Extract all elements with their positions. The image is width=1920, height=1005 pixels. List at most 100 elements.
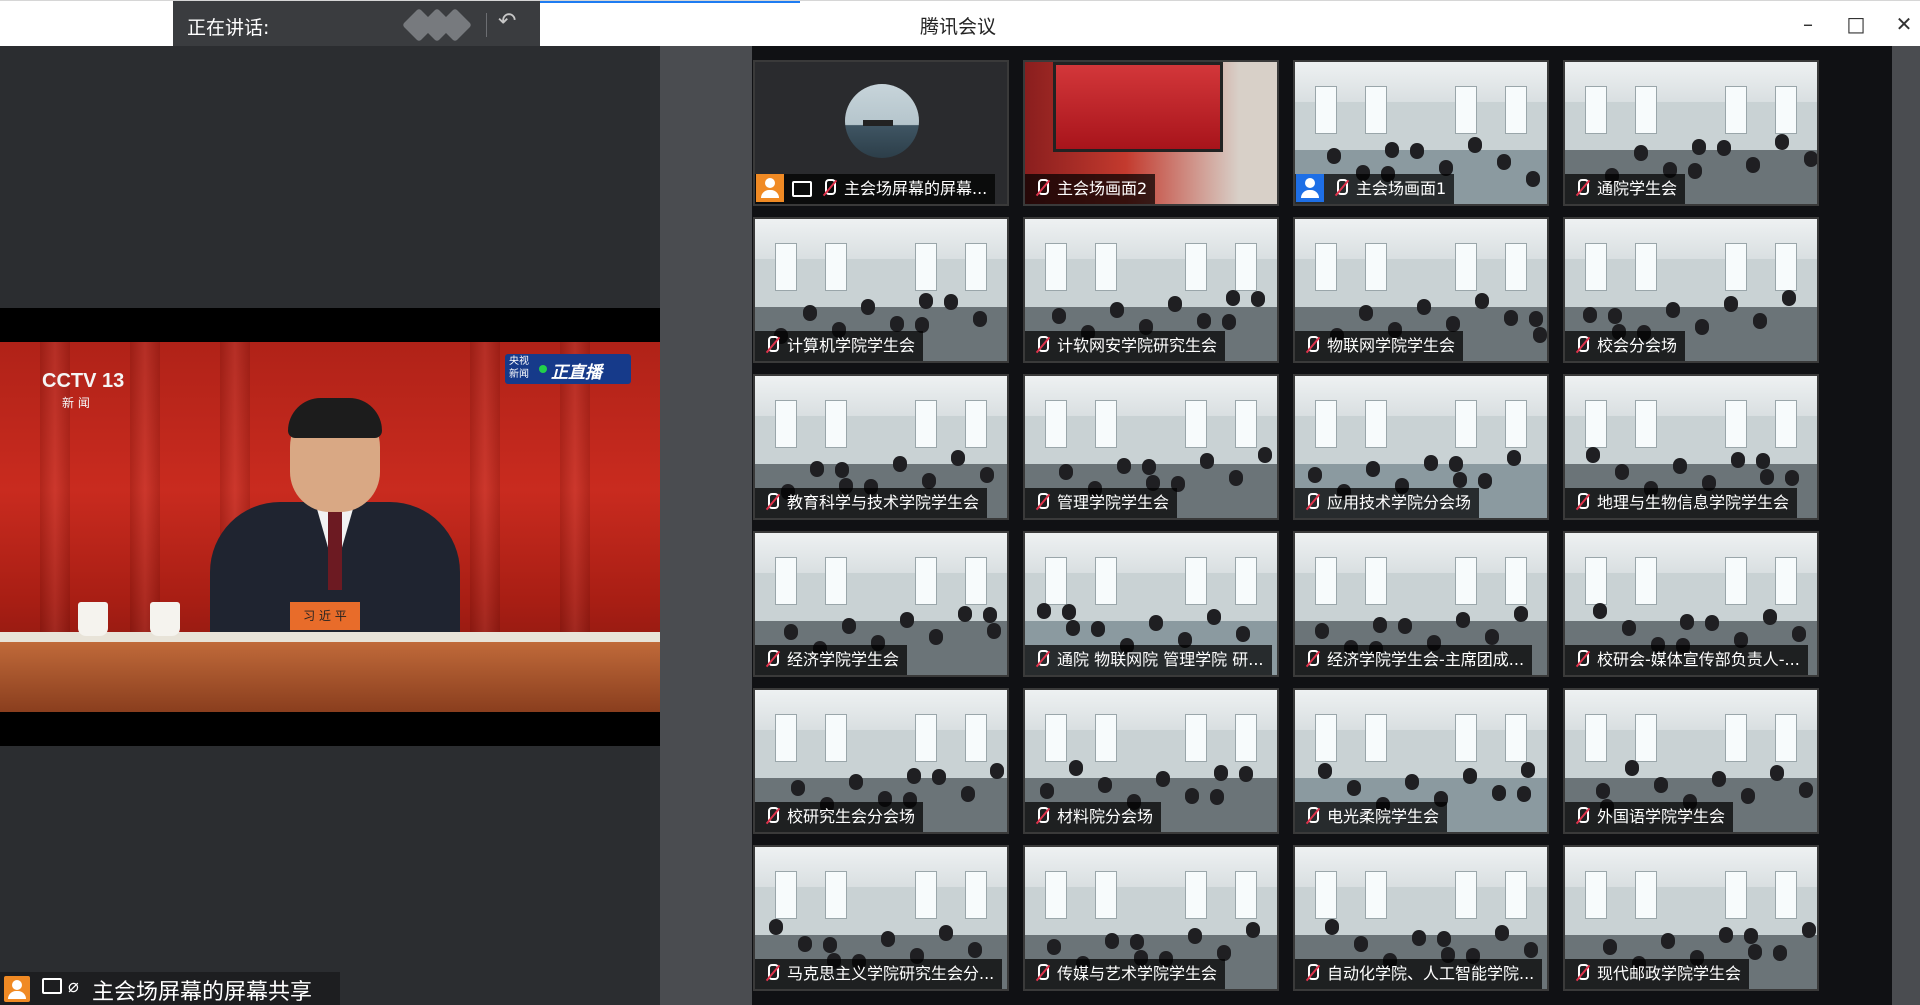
close-icon[interactable]: ✕ — [1886, 9, 1920, 39]
mic-muted-icon — [1573, 806, 1591, 826]
participant-name-label: 经济学院学生会 — [755, 645, 908, 675]
participant-name: 主会场屏幕的屏幕... — [844, 179, 988, 198]
participant-tile[interactable]: 材料院分会场 — [1023, 688, 1279, 834]
participant-tile[interactable]: 计软网安学院研究生会 — [1023, 217, 1279, 363]
person-icon — [1296, 174, 1324, 202]
broadcast-scene: 习 近 平 CCTV 13 新 闻 央视新闻 正直播 — [0, 342, 660, 712]
participant-name: 校研会-媒体宣传部负责人-... — [1597, 650, 1800, 669]
mic-muted-icon — [1303, 963, 1321, 983]
speaker-avatars — [402, 8, 472, 42]
participant-tile[interactable]: 现代邮政学院学生会 — [1563, 845, 1819, 991]
participant-name: 材料院分会场 — [1057, 807, 1154, 826]
participant-name-label: 计软网安学院研究生会 — [1025, 331, 1226, 361]
participant-tile[interactable]: 主会场画面2 — [1023, 60, 1279, 206]
participant-tile[interactable]: 计算机学院学生会 — [753, 217, 1009, 363]
participant-tile[interactable]: 主会场屏幕的屏幕... — [753, 60, 1009, 206]
participant-name: 地理与生物信息学院学生会 — [1597, 493, 1790, 512]
mic-muted-icon: ⌀ — [68, 976, 79, 997]
participant-name-label: 管理学院学生会 — [1025, 488, 1178, 518]
participant-name: 电光柔院学生会 — [1327, 807, 1440, 826]
mic-muted-icon — [1033, 963, 1051, 983]
mic-muted-icon — [1332, 178, 1350, 198]
participant-name-label: 主会场屏幕的屏幕... — [755, 174, 996, 204]
participant-tile[interactable]: 通院学生会 — [1563, 60, 1819, 206]
participant-tile[interactable]: 应用技术学院分会场 — [1293, 374, 1549, 520]
participant-name-label: 校会分会场 — [1565, 331, 1686, 361]
mic-muted-icon — [763, 335, 781, 355]
participant-tile[interactable]: 通院 物联网院 管理学院 研... — [1023, 531, 1279, 677]
participant-name-label: 应用技术学院分会场 — [1295, 488, 1480, 518]
participant-name-label: 计算机学院学生会 — [755, 331, 924, 361]
participant-name-label: 外国语学院学生会 — [1565, 802, 1734, 832]
participant-name: 校研究生会分会场 — [787, 807, 916, 826]
participant-name: 通院学生会 — [1597, 179, 1678, 198]
participant-tile[interactable]: 管理学院学生会 — [1023, 374, 1279, 520]
participant-grid: 主会场屏幕的屏幕... 主会场画面2 主会场画面1 通院学生会计算机学院学生会 计软网安… — [752, 46, 1892, 1005]
participant-tile[interactable]: 传媒与艺术学院学生会 — [1023, 845, 1279, 991]
participant-name-label: 现代邮政学院学生会 — [1565, 959, 1750, 989]
participant-name: 主会场画面2 — [1057, 179, 1148, 198]
loading-bar — [540, 1, 800, 3]
participant-name-label: 马克思主义学院研究生会分... — [755, 959, 1003, 989]
back-arrow-icon[interactable]: ↶ — [498, 9, 516, 34]
mic-muted-icon — [1033, 649, 1051, 669]
participant-name: 管理学院学生会 — [1057, 493, 1170, 512]
mic-muted-icon — [1033, 178, 1051, 198]
participant-name: 外国语学院学生会 — [1597, 807, 1726, 826]
participant-name-label: 教育科学与技术学院学生会 — [755, 488, 988, 518]
participant-tile[interactable]: 地理与生物信息学院学生会 — [1563, 374, 1819, 520]
projection-screen — [1053, 62, 1223, 152]
mic-muted-icon — [1573, 492, 1591, 512]
participant-name: 应用技术学院分会场 — [1327, 493, 1472, 512]
participant-name-label: 自动化学院、人工智能学院... — [1295, 959, 1543, 989]
participant-tile[interactable]: 外国语学院学生会 — [1563, 688, 1819, 834]
screen-share-icon — [792, 181, 812, 197]
participant-name: 自动化学院、人工智能学院... — [1327, 964, 1535, 983]
participant-tile[interactable]: 校会分会场 — [1563, 217, 1819, 363]
maximize-icon[interactable]: □ — [1838, 9, 1874, 39]
meeting-window: 正在讲话: ↶ 腾讯会议 – □ ✕ 习 近 平 CCTV 13 新 闻 央视新… — [0, 0, 1920, 1005]
minimize-icon[interactable]: – — [1790, 9, 1826, 39]
participant-tile[interactable]: 经济学院学生会-主席团成... — [1293, 531, 1549, 677]
mic-muted-icon — [1033, 806, 1051, 826]
window-title: 腾讯会议 — [920, 16, 997, 38]
participant-name: 物联网学院学生会 — [1327, 336, 1456, 355]
participant-name: 计算机学院学生会 — [787, 336, 916, 355]
participant-tile[interactable]: 主会场画面1 — [1293, 60, 1549, 206]
participant-name: 现代邮政学院学生会 — [1597, 964, 1742, 983]
participant-grid-pane[interactable]: 主会场屏幕的屏幕... 主会场画面2 主会场画面1 通院学生会计算机学院学生会 计软网安… — [660, 46, 1920, 1005]
participant-name-label: 主会场画面2 — [1025, 174, 1156, 204]
shared-screen-pane[interactable]: 习 近 平 CCTV 13 新 闻 央视新闻 正直播 ⌀ 主会场屏幕的屏幕共享 — [0, 46, 660, 1005]
participant-name: 教育科学与技术学院学生会 — [787, 493, 980, 512]
cctv-logo: CCTV 13 — [42, 370, 125, 392]
participant-tile[interactable]: 自动化学院、人工智能学院... — [1293, 845, 1549, 991]
nameplate: 习 近 平 — [290, 602, 360, 630]
participant-name: 经济学院学生会 — [787, 650, 900, 669]
participant-name-label: 物联网学院学生会 — [1295, 331, 1464, 361]
participant-tile[interactable]: 校研会-媒体宣传部负责人-... — [1563, 531, 1819, 677]
avatar — [845, 84, 919, 158]
participant-name: 计软网安学院研究生会 — [1057, 336, 1218, 355]
participant-tile[interactable]: 教育科学与技术学院学生会 — [753, 374, 1009, 520]
mic-muted-icon — [1573, 963, 1591, 983]
mic-muted-icon — [1033, 492, 1051, 512]
speaking-label: 正在讲话: — [187, 17, 270, 39]
participant-tile[interactable]: 校研究生会分会场 — [753, 688, 1009, 834]
share-name-label: ⌀ 主会场屏幕的屏幕共享 — [0, 972, 340, 1005]
participant-tile[interactable]: 马克思主义学院研究生会分... — [753, 845, 1009, 991]
participant-name-label: 经济学院学生会-主席团成... — [1295, 645, 1533, 675]
participant-tile[interactable]: 物联网学院学生会 — [1293, 217, 1549, 363]
share-name-text: 主会场屏幕的屏幕共享 — [92, 980, 313, 1005]
participant-name: 马克思主义学院研究生会分... — [787, 964, 995, 983]
participant-tile[interactable]: 经济学院学生会 — [753, 531, 1009, 677]
live-source: 央视新闻 — [509, 356, 529, 380]
person-icon — [4, 976, 30, 1002]
speaking-indicator: 正在讲话: ↶ — [173, 1, 540, 50]
mic-muted-icon — [1303, 492, 1321, 512]
participant-name: 主会场画面1 — [1356, 179, 1447, 198]
mic-muted-icon — [763, 649, 781, 669]
participant-tile[interactable]: 电光柔院学生会 — [1293, 688, 1549, 834]
shared-video: 习 近 平 CCTV 13 新 闻 央视新闻 正直播 — [0, 308, 660, 746]
title-bar: 正在讲话: ↶ 腾讯会议 – □ ✕ — [0, 0, 1920, 50]
mic-muted-icon — [763, 806, 781, 826]
